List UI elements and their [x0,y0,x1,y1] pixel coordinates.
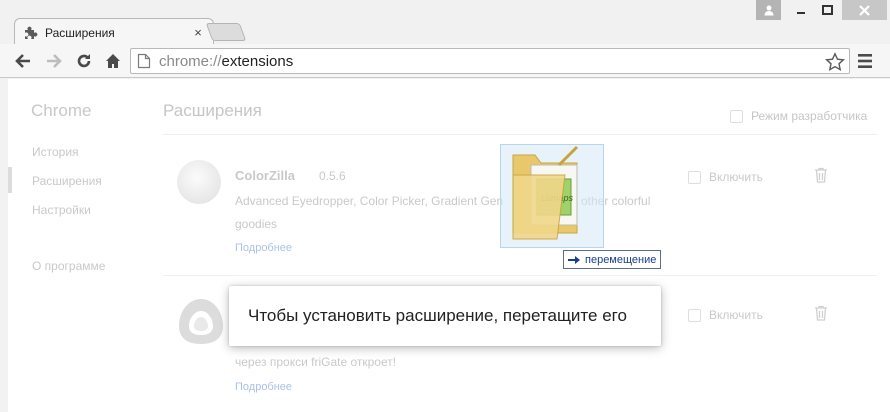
tab-title: Расширения [45,25,115,40]
url-host: extensions [221,52,294,70]
developer-mode-checkbox[interactable] [730,109,743,123]
move-arrow-icon [568,255,580,264]
reload-icon[interactable] [74,51,94,71]
folder-icon: Lumaps [512,145,579,240]
extensions-page: Chrome История Расширения Настройки О пр… [8,79,890,412]
extension-version: 0.5.6 [319,169,346,183]
sidebar-item-extensions[interactable]: Расширения [32,174,102,188]
enable-checkbox[interactable] [688,170,701,184]
address-bar[interactable]: chrome://extensions [130,48,850,74]
page-icon [137,53,151,69]
description-line-1: Advanced Eyedropper, Color Picker, Gradi… [235,194,504,208]
maximize-icon[interactable] [814,0,841,20]
close-icon[interactable] [842,0,887,20]
user-icon[interactable] [756,0,781,20]
drag-preview: Lumaps [500,144,604,248]
page-title: Расширения [163,101,262,120]
tab-close-button[interactable]: × [191,25,205,40]
minimize-icon[interactable] [787,0,814,20]
sidebar-item-history[interactable]: История [32,145,79,159]
divider [163,275,877,276]
extension-description-line-2: goodies [235,217,278,231]
sidebar-selected-marker [8,167,12,193]
tab-extensions[interactable]: Расширения × [14,18,214,46]
trash-icon[interactable] [814,167,828,183]
home-icon[interactable] [103,51,123,71]
frigate-icon [179,299,223,344]
extension-name: ColorZilla [235,168,295,183]
enable-toggle[interactable]: Включить [688,170,763,184]
drop-to-install-message: Чтобы установить расширение, перетащите … [229,286,661,346]
colorzilla-icon [177,160,221,204]
divider [163,134,877,135]
forward-icon[interactable] [44,51,64,71]
toolbar: chrome://extensions [0,44,890,78]
sidebar-item-settings[interactable]: Настройки [32,203,91,217]
details-link[interactable]: Подробнее [235,381,292,393]
developer-mode-toggle[interactable]: Режим разработчика [730,109,867,123]
enable-toggle[interactable]: Включить [688,308,763,322]
trash-icon[interactable] [814,305,828,321]
title-bar: Расширения × [0,0,890,46]
back-icon[interactable] [13,51,33,71]
enable-label: Включить [709,308,763,322]
enable-checkbox[interactable] [688,308,701,322]
extension-description-line-2: через прокси friGate откроет! [235,355,397,369]
enable-label: Включить [709,170,763,184]
drag-tooltip: перемещение [563,250,662,269]
puzzle-icon [25,26,38,39]
new-tab-button[interactable] [205,23,247,41]
sidebar-item-about[interactable]: О программе [32,259,105,273]
bookmark-star-icon[interactable] [825,52,845,72]
drop-message-text: Чтобы установить расширение, перетащите … [248,306,627,325]
drag-tooltip-label: перемещение [585,253,657,266]
details-link[interactable]: Подробнее [235,242,292,254]
developer-mode-label: Режим разработчика [751,109,868,123]
menu-icon[interactable] [857,53,873,69]
url-scheme: chrome:// [159,52,222,70]
sidebar-title: Chrome [31,101,92,120]
